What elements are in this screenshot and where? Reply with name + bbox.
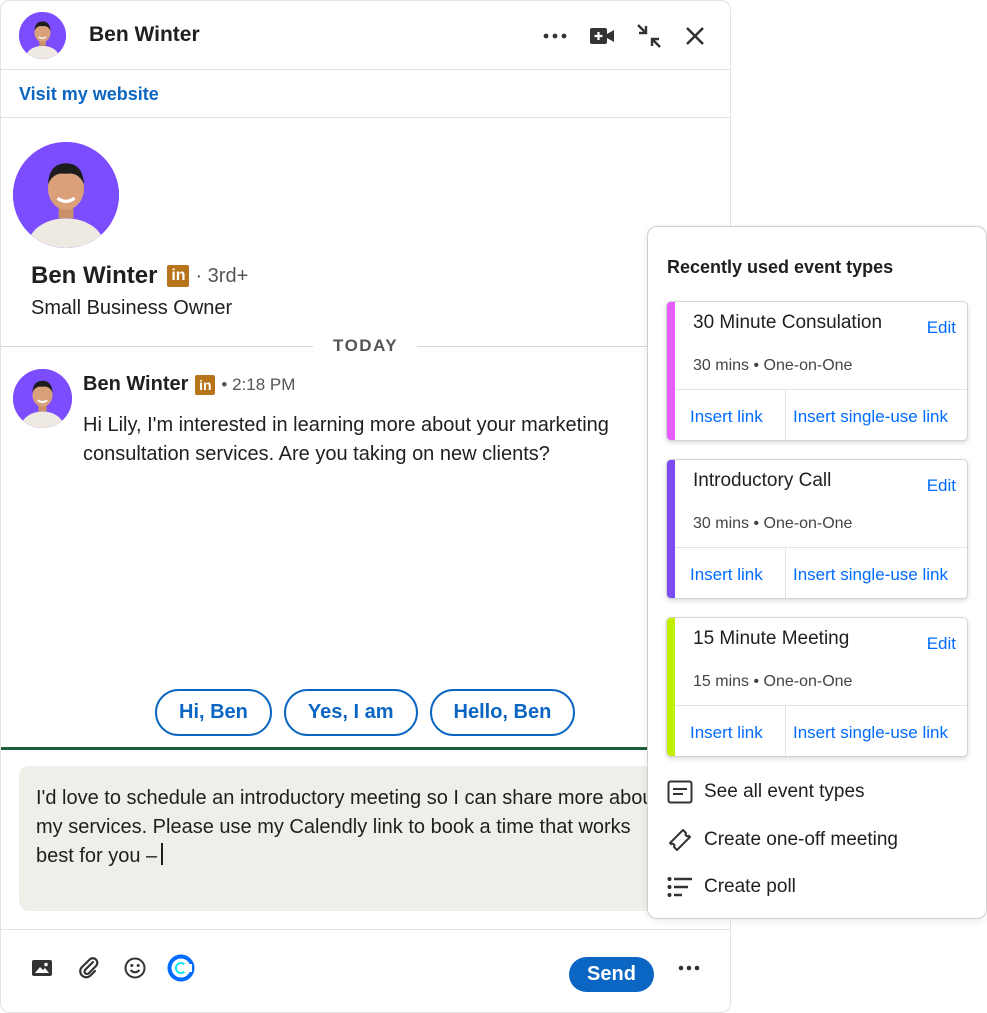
insert-link-button[interactable]: Insert link [690,407,763,427]
event-actions: Insert link Insert single-use link [675,705,967,756]
suggested-reply-button[interactable]: Hello, Ben [429,689,576,736]
collapse-arrows-icon[interactable] [634,21,664,51]
calendly-event-popup: Recently used event types 30 Minute Cons… [647,226,987,919]
avatar-photo-icon [19,12,66,59]
event-color-stripe [667,302,675,440]
event-actions: Insert link Insert single-use link [675,389,967,440]
chat-window: Ben Winter Visit my website Ben Winter i… [0,0,731,1013]
text-caret [161,843,163,865]
event-color-stripe [667,460,675,598]
event-color-stripe [667,618,675,756]
popup-title: Recently used event types [667,257,894,277]
menu-item-label: Create poll [704,876,796,897]
event-actions: Insert link Insert single-use link [675,547,967,598]
message-sender[interactable]: Ben Winter [83,373,188,396]
menu-item-label: See all event types [704,781,865,802]
avatar-photo-icon [13,369,72,428]
linkedin-premium-icon: in [195,374,216,395]
chat-header: Ben Winter [1,1,730,70]
toolbar-divider [1,929,730,930]
create-one-off-meeting-item[interactable]: Create one-off meeting [666,826,898,854]
ellipsis-icon[interactable] [540,21,570,51]
message-avatar[interactable] [13,369,72,428]
visit-website-link[interactable]: Visit my website [19,84,159,105]
connection-degree: · 3rd+ [195,264,249,287]
profile-avatar[interactable] [13,142,119,248]
divider [785,706,786,756]
message-header: Ben Winter in • 2:18 PM [83,373,295,396]
suggested-reply-button[interactable]: Yes, I am [283,689,418,736]
event-edit-link[interactable]: Edit [927,318,956,338]
compose-text: I'd love to schedule an introductory mee… [36,787,660,867]
day-divider: TODAY [1,336,730,356]
website-bar: Visit my website [1,71,730,118]
event-edit-link[interactable]: Edit [927,476,956,496]
profile-name[interactable]: Ben Winter [31,262,157,290]
event-list-icon [666,778,694,806]
emoji-icon[interactable] [121,954,149,982]
day-label: TODAY [333,336,399,355]
insert-link-button[interactable]: Insert link [690,565,763,585]
send-button[interactable]: Send [569,957,654,992]
insert-link-button[interactable]: Insert link [690,723,763,743]
linkedin-premium-icon: in [167,265,190,287]
more-icon[interactable] [675,954,703,982]
message-input[interactable]: I'd love to schedule an introductory mee… [19,766,679,911]
insert-single-use-link-button[interactable]: Insert single-use link [793,565,948,585]
event-meta: 15 mins • One-on-One [693,673,853,690]
event-name: 15 Minute Meeting [693,628,850,649]
divider-line [1,346,313,347]
calendly-icon[interactable] [167,954,195,982]
divider [785,390,786,440]
divider [785,548,786,598]
avatar[interactable] [19,12,66,59]
insert-single-use-link-button[interactable]: Insert single-use link [793,723,948,743]
profile-headline: Small Business Owner [31,297,233,319]
header-name[interactable]: Ben Winter [89,23,200,47]
attachment-icon[interactable] [75,954,103,982]
poll-icon [666,873,694,901]
event-meta: 30 mins • One-on-One [693,515,853,532]
event-card: 30 Minute Consulation Edit 30 mins • One… [666,301,968,441]
image-icon[interactable] [28,954,56,982]
message-body: Hi Lily, I'm interested in learning more… [83,414,609,465]
suggested-replies: Hi, Ben Yes, I am Hello, Ben [155,689,576,736]
menu-item-label: Create one-off meeting [704,829,898,850]
video-call-icon[interactable] [587,21,617,51]
create-poll-item[interactable]: Create poll [666,873,796,901]
event-card: Introductory Call Edit 30 mins • One-on-… [666,459,968,599]
event-card: 15 Minute Meeting Edit 15 mins • One-on-… [666,617,968,757]
event-name: 30 Minute Consulation [693,312,883,333]
event-meta: 30 mins • One-on-One [693,357,853,374]
profile-name-row: Ben Winter in · 3rd+ [31,262,248,290]
insert-single-use-link-button[interactable]: Insert single-use link [793,407,948,427]
see-all-event-types-item[interactable]: See all event types [666,778,865,806]
suggested-reply-button[interactable]: Hi, Ben [155,689,272,736]
event-edit-link[interactable]: Edit [927,634,956,654]
avatar-photo-icon [13,142,119,248]
message-time: • 2:18 PM [221,374,296,394]
close-icon[interactable] [680,21,710,51]
ticket-icon [666,826,694,854]
compose-divider [1,747,730,750]
event-name: Introductory Call [693,470,832,491]
